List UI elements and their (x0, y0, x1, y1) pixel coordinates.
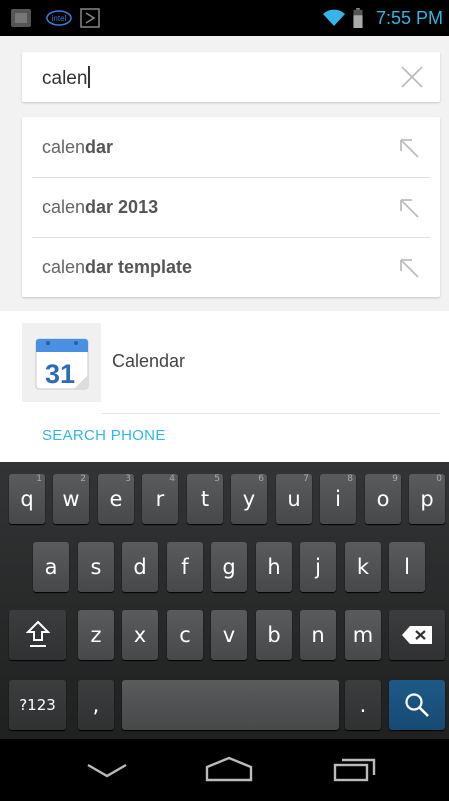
suggestion-text: calendar template (42, 257, 193, 277)
key-r[interactable]: r4 (142, 474, 178, 524)
calendar-app-icon: 31 (35, 338, 89, 390)
key-z[interactable]: z (78, 610, 114, 660)
backspace-key[interactable] (389, 610, 445, 660)
search-input[interactable]: calen (42, 66, 90, 90)
key-n[interactable]: n (300, 610, 336, 660)
key-p[interactable]: p0 (409, 474, 445, 524)
battery-icon (353, 8, 363, 28)
suggestion-list: calendar calendar 2013 calendar template (22, 117, 440, 297)
wifi-icon (323, 9, 345, 26)
navigation-bar (0, 739, 449, 801)
backspace-icon (402, 626, 432, 644)
insert-suggestion-icon[interactable] (398, 137, 420, 159)
key-q[interactable]: q1 (9, 474, 45, 524)
suggestion-item[interactable]: calendar 2013 (22, 177, 440, 237)
symbols-key[interactable]: ?123 (9, 680, 66, 730)
space-key[interactable] (122, 680, 339, 730)
shift-icon (25, 620, 50, 647)
key-f[interactable]: f (167, 542, 203, 592)
key-h[interactable]: h (256, 542, 292, 592)
search-query: calen (42, 68, 88, 89)
nfc-icon (80, 8, 100, 28)
key-d[interactable]: d (122, 542, 158, 592)
search-box[interactable]: calen (22, 52, 440, 102)
suggestion-item[interactable]: calendar (22, 117, 440, 177)
svg-text:intel: intel (52, 14, 67, 23)
key-l[interactable]: l (389, 542, 425, 592)
key-t[interactable]: t5 (187, 474, 223, 524)
notification-icon (11, 9, 31, 27)
suggestion-item[interactable]: calendar template (22, 237, 440, 297)
key-e[interactable]: e3 (98, 474, 134, 524)
app-result-calendar[interactable]: 31 Calendar (22, 323, 440, 414)
key-a[interactable]: a (33, 542, 69, 592)
key-g[interactable]: g (211, 542, 247, 592)
suggestion-text: calendar (42, 137, 114, 157)
keyboard: q1 w2 e3 r4 t5 y6 u7 i8 o9 p0 a s d f g … (0, 462, 449, 739)
search-key[interactable] (389, 680, 445, 730)
key-c[interactable]: c (167, 610, 203, 660)
key-v[interactable]: v (211, 610, 247, 660)
search-icon (405, 693, 429, 717)
recents-icon[interactable] (332, 755, 378, 783)
status-bar: intel 7:55 PM (0, 0, 449, 36)
text-cursor (88, 66, 90, 88)
back-icon[interactable] (84, 759, 130, 781)
search-phone-link[interactable]: SEARCH PHONE (42, 427, 166, 444)
key-m[interactable]: m (345, 610, 381, 660)
suggestion-text: calendar 2013 (42, 197, 159, 217)
home-icon[interactable] (204, 755, 254, 783)
status-time: 7:55 PM (375, 8, 443, 28)
key-y[interactable]: y6 (231, 474, 267, 524)
key-b[interactable]: b (256, 610, 292, 660)
clear-icon[interactable] (400, 65, 424, 89)
key-x[interactable]: x (122, 610, 158, 660)
divider (101, 413, 440, 414)
insert-suggestion-icon[interactable] (398, 257, 420, 279)
results-panel: 31 Calendar SEARCH PHONE (0, 311, 449, 462)
insert-suggestion-icon[interactable] (398, 197, 420, 219)
comma-key[interactable]: , (78, 680, 114, 730)
app-icon-tile: 31 (22, 323, 101, 402)
key-w[interactable]: w2 (53, 474, 89, 524)
key-u[interactable]: u7 (276, 474, 312, 524)
period-key[interactable]: . (345, 680, 381, 730)
key-i[interactable]: i8 (320, 474, 356, 524)
svg-text:31: 31 (45, 359, 75, 389)
key-s[interactable]: s (78, 542, 114, 592)
key-k[interactable]: k (345, 542, 381, 592)
key-j[interactable]: j (300, 542, 336, 592)
intel-icon: intel (46, 10, 72, 26)
shift-key[interactable] (9, 610, 66, 660)
key-o[interactable]: o9 (365, 474, 401, 524)
app-name: Calendar (112, 351, 186, 371)
